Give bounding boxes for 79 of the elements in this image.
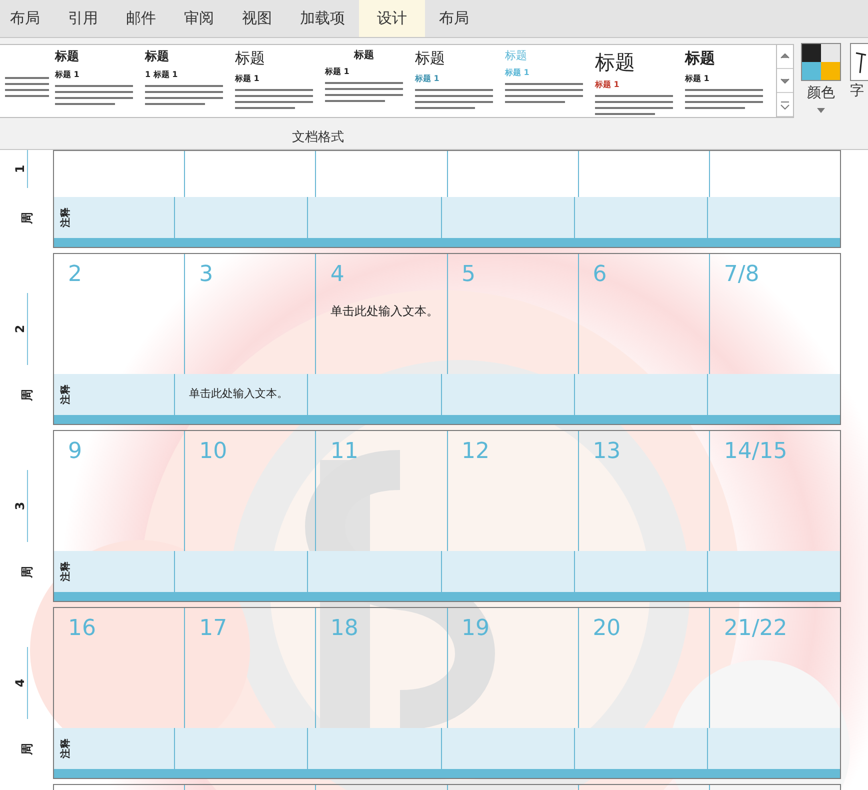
ribbon-tab[interactable]: 邮件 [112,0,170,37]
style-heading: 标题 1 [325,66,350,78]
week-label: 周 [18,743,34,755]
day-number: 9 [68,441,83,463]
week-label: 周 [18,212,34,224]
notes-label: 注释 [59,738,72,758]
text-lines-icon [325,80,403,104]
ribbon-tab[interactable]: 引用 [54,0,112,37]
style-option[interactable]: 标题 标题 1 [679,45,769,117]
ribbon-tab[interactable]: 审阅 [170,0,228,37]
style-title: 标题 [352,49,375,62]
colors-button[interactable]: 颜色 [800,43,842,113]
notes-label: 注释 [59,562,72,582]
caret-down-icon [817,108,825,113]
style-option[interactable]: 标题 标题 1 [229,45,319,117]
placeholder-text[interactable]: 单击此处输入文本。 [189,386,288,403]
ribbon-tab[interactable]: 布局 [0,0,54,37]
style-heading: 标题 1 [235,72,260,84]
day-number: 5 [462,264,477,286]
week-label: 周 [18,566,34,578]
day-number: 17 [199,618,228,640]
day-number: 21/22 [724,618,788,640]
notes-label: 注释 [59,208,72,228]
day-number: 4 [330,264,346,286]
ribbon-tab[interactable]: 视图 [228,0,286,37]
placeholder-text[interactable]: 单击此处输入文本。 [330,302,438,320]
day-number: 13 [592,441,622,463]
color-swatch-icon [801,43,841,81]
week-label: 周 [18,389,34,401]
style-option[interactable]: 标题 标题 1 [589,45,679,117]
more-icon [778,100,792,110]
text-lines-icon [235,86,313,110]
style-title: 标题 [595,49,636,75]
style-option[interactable]: 标题 标题 1 [319,45,409,117]
style-title: 标题 [145,49,170,65]
fonts-button[interactable]: 字 [850,43,868,102]
day-number: 19 [462,618,491,640]
ribbon-tab[interactable]: 设计 [359,0,425,37]
week-number: 1 [12,164,28,174]
style-heading: 标题 1 [55,68,80,81]
text-lines-icon [595,93,673,117]
group-label: 文档格式 [292,129,344,147]
day-number: 10 [199,441,228,463]
style-heading: 标题 1 [505,67,530,80]
notes-label: 注释 [59,384,72,404]
style-title: 标题 [685,49,716,68]
day-number: 20 [592,618,622,640]
text-lines-icon [415,86,493,110]
day-number: 11 [330,441,360,463]
day-number: 14/15 [724,441,788,463]
text-lines-icon [145,82,223,107]
week-number: 3 [12,502,28,510]
style-heading: 标题 1 [415,72,440,84]
day-number: 12 [462,441,491,463]
caret-down-icon [778,76,792,86]
day-number: 3 [199,264,214,286]
font-icon [850,43,868,81]
style-title: 标题 [235,49,266,68]
day-number: 6 [592,264,608,286]
style-option[interactable]: 标题 标题 1 [49,45,139,117]
week-number: 4 [12,678,28,688]
ribbon-tab[interactable]: 布局 [425,0,483,37]
day-number: 7/8 [724,264,760,286]
text-lines-icon [685,86,763,110]
text-lines-icon [505,81,583,106]
style-heading: 标题 1 [685,72,710,84]
style-title: 标题 [505,49,528,64]
style-heading: 1 标题 1 [145,68,179,81]
style-heading: 标题 1 [595,79,620,91]
day-number: 16 [68,618,97,640]
text-lines-icon [55,82,133,107]
style-option[interactable]: 标题 标题 1 [409,45,499,117]
ribbon-tab[interactable]: 加载项 [286,0,359,37]
day-number: 2 [68,264,83,286]
day-number: 18 [330,618,360,640]
week-number: 2 [12,324,28,334]
style-title: 标题 [415,49,446,68]
style-title: 标题 [55,49,80,65]
style-option[interactable]: 标题 1 标题 1 [139,45,229,117]
